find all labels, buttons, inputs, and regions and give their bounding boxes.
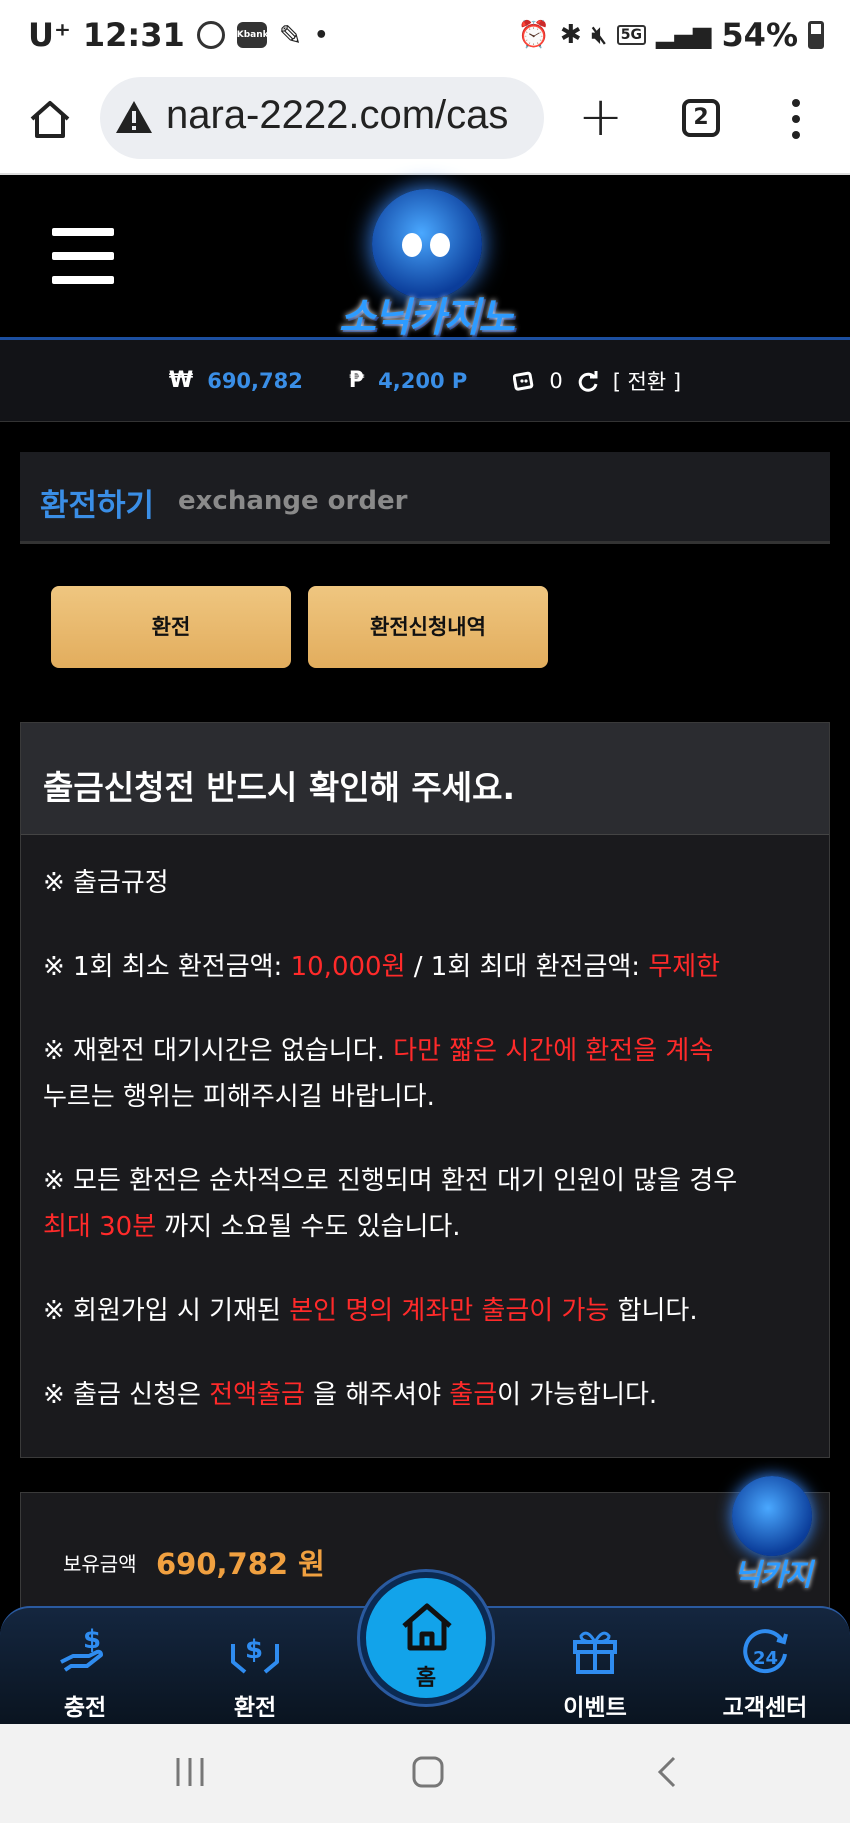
kbank-icon: Kbank [236, 22, 269, 48]
back-icon[interactable] [650, 1754, 686, 1790]
notice-line: ※ 회원가입 시 기재된 본인 명의 계좌만 출금이 가능 합니다. [43, 1296, 698, 1326]
point-balance: 4,200 P [378, 368, 468, 393]
holding-label: 보유금액 [63, 1552, 137, 1576]
not-secure-warning-icon[interactable] [114, 97, 154, 137]
notification-dot: • [314, 22, 329, 48]
notice-line: ※ 재환전 대기시간은 없습니다. 다만 짧은 시간에 환전을 계속 [43, 1036, 714, 1066]
signal-icon: ▂▄▆ [656, 21, 712, 49]
withdraw-icon: $ [231, 1635, 279, 1674]
nav-support[interactable]: 24 고객센터 [700, 1608, 830, 1726]
system-nav-bar [0, 1724, 850, 1823]
chip-balance: 0 [549, 368, 563, 393]
nav-withdraw-label: 환전 [233, 1695, 277, 1721]
site-logo[interactable]: 소닉카지노 [320, 185, 532, 341]
nav-support-label: 고객센터 [722, 1695, 808, 1721]
logo-text: 소닉카지노 [339, 295, 515, 341]
nav-event[interactable]: 이벤트 [530, 1608, 660, 1726]
sonic-mascot-image [372, 189, 482, 299]
won-balance: 690,782 [207, 368, 303, 393]
new-tab-button[interactable]: + [578, 85, 623, 148]
page-title: 환전하기 [40, 488, 155, 524]
refresh-icon[interactable] [577, 370, 599, 392]
support-24-icon: 24 [743, 1629, 788, 1674]
nav-deposit[interactable]: $ 충전 [20, 1608, 150, 1726]
address-bar[interactable]: nara-2222.com/cas [100, 77, 544, 159]
mute-icon: 🔇︎ [591, 21, 607, 49]
svg-text:$: $ [83, 1625, 101, 1655]
exchange-tab-button[interactable]: 환전 [51, 586, 291, 668]
home-system-icon[interactable] [410, 1754, 446, 1790]
pen-icon: ✎ [278, 18, 303, 52]
clock: 12:31 [82, 16, 185, 54]
status-bar: U⁺ 12:31 Kbank ✎ • ⏰ ✱ 🔇︎ 5G ▂▄▆ 54% [0, 0, 850, 75]
floating-logo-text: 닉카지 [733, 1558, 813, 1593]
withdrawal-notice: 출금신청전 반드시 확인해 주세요. ※ 출금규정 ※ 1회 최소 환전금액: … [20, 722, 830, 1458]
browser-toolbar: nara-2222.com/cas + 2 [0, 75, 850, 175]
notice-line: ※ 1회 최소 환전금액: 10,000원 / 1회 최대 환전금액: 무제한 [43, 952, 721, 982]
notice-line: ※ 출금규정 [43, 868, 169, 898]
svg-text:$: $ [245, 1635, 263, 1665]
page-subtitle: exchange order [178, 486, 408, 516]
face-app-icon [196, 21, 225, 49]
alarm-icon: ⏰ [517, 20, 550, 50]
site-header: 소닉카지노 [0, 177, 850, 341]
nav-event-label: 이벤트 [563, 1695, 627, 1721]
sonic-mascot-image [732, 1476, 812, 1556]
browser-menu-icon[interactable] [790, 97, 802, 141]
tab-count-button[interactable]: 2 [682, 99, 720, 137]
point-icon: ₱ [348, 368, 365, 393]
convert-button[interactable]: [ 전환 ] [613, 366, 681, 396]
carrier-label: U⁺ [28, 16, 71, 54]
recent-apps-icon[interactable] [172, 1754, 208, 1790]
nav-home[interactable]: 홈 [360, 1572, 492, 1704]
nav-withdraw[interactable]: $ 환전 [190, 1608, 320, 1726]
won-icon: ₩ [168, 368, 194, 393]
notice-line: 최대 30분 까지 소요될 수도 있습니다. [43, 1212, 461, 1242]
chip-icon [513, 371, 534, 391]
notice-header: 출금신청전 반드시 확인해 주세요. [21, 723, 829, 835]
home-icon [402, 1603, 452, 1651]
battery-icon [808, 21, 824, 49]
balance-bar: ₩ 690,782 ₱ 4,200 P 0 [ 전환 ] [0, 340, 850, 422]
menu-icon[interactable] [52, 228, 114, 284]
notice-line: ※ 출금 신청은 전액출금 을 해주셔야 출금이 가능합니다. [43, 1380, 658, 1410]
gift-icon [573, 1631, 617, 1674]
nav-home-label: 홈 [415, 1666, 437, 1691]
url-text[interactable]: nara-2222.com/cas [166, 93, 508, 138]
browser-home-icon[interactable] [28, 97, 72, 141]
notice-line: 누르는 행위는 피해주시길 바랍니다. [43, 1082, 435, 1112]
nav-deposit-label: 충전 [63, 1695, 107, 1721]
battery-percent: 54% [721, 16, 798, 54]
network-type: 5G [616, 25, 647, 45]
page-title-box: 환전하기 exchange order [20, 452, 830, 544]
bluetooth-icon: ✱ [559, 20, 582, 50]
deposit-icon: $ [60, 1625, 103, 1672]
notice-line: ※ 모든 환전은 순차적으로 진행되며 환전 대기 인원이 많을 경우 [43, 1166, 738, 1196]
svg-text:24: 24 [753, 1648, 778, 1669]
floating-logo-button[interactable]: 닉카지 [710, 1472, 834, 1593]
exchange-history-button[interactable]: 환전신청내역 [308, 586, 548, 668]
holding-amount: 690,782 원 [156, 1547, 325, 1581]
